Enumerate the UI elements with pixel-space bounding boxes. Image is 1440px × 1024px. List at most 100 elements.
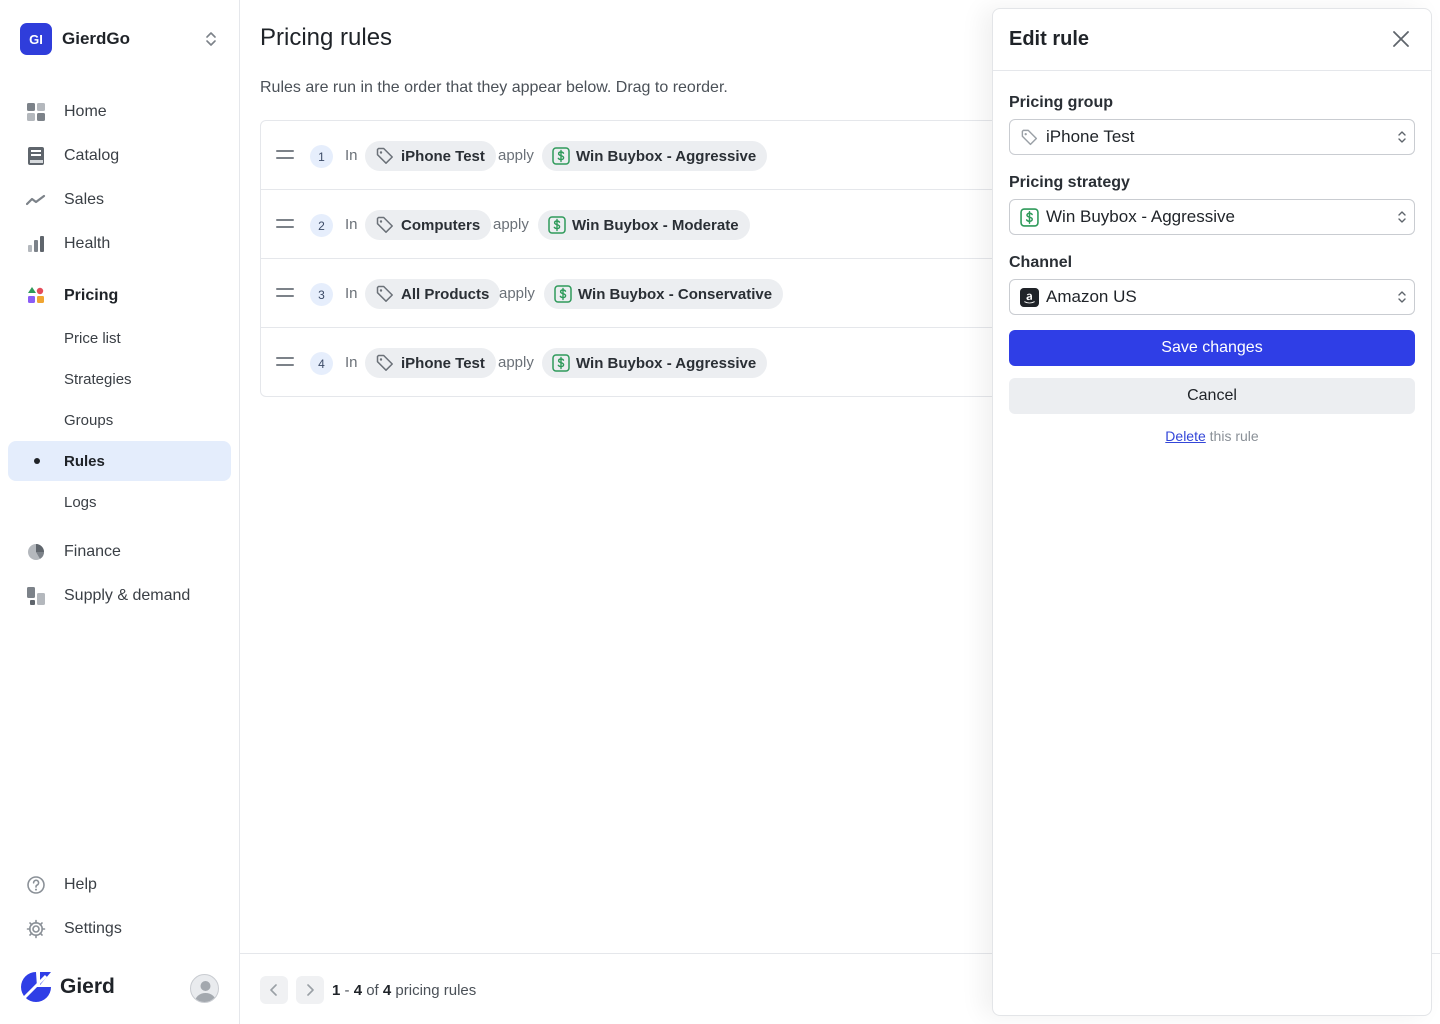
pie-chart-icon: [28, 544, 44, 560]
rule-strategy-chip[interactable]: Win Buybox - Aggressive: [542, 348, 768, 378]
pricing-group-label: Pricing group: [1009, 94, 1113, 111]
drag-handle-icon[interactable]: [276, 150, 294, 160]
nav-sales[interactable]: Sales: [8, 180, 231, 220]
panel-header: Edit rule: [993, 9, 1431, 71]
brand-name: Gierd: [60, 975, 115, 998]
rule-group-chip[interactable]: Computers: [365, 210, 492, 240]
nav-finance-label: Finance: [64, 543, 121, 560]
gear-icon: [26, 919, 46, 939]
rule-in-text: In: [345, 285, 358, 302]
tag-icon: [376, 285, 393, 302]
cancel-button[interactable]: Cancel: [1009, 378, 1415, 414]
rule-group-label: iPhone Test: [401, 147, 485, 165]
pagination-summary: 1 - 4 of 4 pricing rules: [332, 982, 476, 999]
panel-title: Edit rule: [1009, 28, 1090, 50]
avatar[interactable]: [190, 974, 219, 1003]
page-subtitle: Rules are run in the order that they app…: [260, 79, 728, 96]
nav-price-list-label: Price list: [64, 329, 121, 347]
chevron-up-down-icon: [1398, 291, 1406, 303]
rule-strategy-chip[interactable]: Win Buybox - Aggressive: [542, 141, 768, 171]
rule-group-chip[interactable]: All Products: [365, 279, 501, 309]
chevron-left-icon: [270, 984, 277, 996]
nav-strategies-label: Strategies: [64, 370, 132, 388]
rule-strategy-label: Win Buybox - Aggressive: [576, 147, 757, 165]
chevron-up-down-icon: [206, 32, 216, 46]
nav-settings[interactable]: Settings: [8, 909, 231, 949]
chevron-up-down-icon: [1398, 131, 1406, 143]
nav-pricing[interactable]: Pricing: [8, 276, 231, 316]
drag-handle-icon[interactable]: [276, 357, 294, 367]
channel-value: Amazon US: [1046, 287, 1137, 306]
nav-rules-label: Rules: [64, 452, 105, 470]
page-suffix: pricing rules: [395, 982, 477, 999]
pricing-group-select[interactable]: iPhone Test: [1009, 119, 1415, 155]
save-changes-button[interactable]: Save changes: [1009, 330, 1415, 366]
prev-page-button[interactable]: [260, 976, 288, 1004]
rule-group-chip[interactable]: iPhone Test: [365, 141, 496, 171]
nav-home[interactable]: Home: [8, 92, 231, 132]
rule-in-text: In: [345, 216, 358, 233]
nav-help-label: Help: [64, 876, 97, 893]
amazon-icon: [1020, 288, 1039, 307]
nav-health[interactable]: Health: [8, 224, 231, 264]
dollar-icon: [548, 216, 566, 234]
help-circle-icon: [27, 876, 45, 894]
close-icon[interactable]: [1391, 29, 1411, 49]
rule-strategy-chip[interactable]: Win Buybox - Moderate: [538, 210, 750, 240]
nav-supply-demand[interactable]: Supply & demand: [8, 576, 231, 616]
nav-sales-label: Sales: [64, 191, 105, 208]
gierd-logo-icon: [21, 972, 51, 1002]
rule-in-text: In: [345, 147, 358, 164]
rule-apply-text: apply: [498, 354, 534, 371]
nav-logs[interactable]: Logs: [8, 482, 231, 522]
rule-group-label: Computers: [401, 216, 481, 234]
rule-index: 4: [310, 352, 333, 375]
dollar-icon: [1020, 208, 1039, 227]
sidebar: GI GierdGo Home Catalog Sales Health Pri…: [0, 0, 240, 1024]
nav-home-label: Home: [64, 103, 107, 120]
rule-strategy-label: Win Buybox - Conservative: [578, 285, 773, 303]
rule-strategy-chip[interactable]: Win Buybox - Conservative: [544, 279, 784, 309]
channel-label: Channel: [1009, 254, 1073, 271]
pricing-group-value: iPhone Test: [1046, 127, 1135, 146]
dollar-icon: [554, 285, 572, 303]
dollar-icon: [552, 147, 570, 165]
chevron-up-down-icon: [1398, 211, 1406, 223]
nav-catalog[interactable]: Catalog: [8, 136, 231, 176]
trend-icon: [26, 194, 46, 206]
drag-handle-icon[interactable]: [276, 288, 294, 298]
nav-help[interactable]: Help: [8, 865, 231, 905]
drag-handle-icon[interactable]: [276, 219, 294, 229]
pricing-strategy-label: Pricing strategy: [1009, 174, 1130, 191]
bar-chart-icon: [28, 236, 44, 252]
tag-icon: [376, 147, 393, 164]
nav-finance[interactable]: Finance: [8, 532, 231, 572]
tag-icon: [376, 216, 393, 233]
page-sep: -: [344, 982, 350, 999]
rule-group-label: All Products: [401, 285, 490, 303]
nav-groups-label: Groups: [64, 411, 114, 429]
chevron-right-icon: [307, 984, 314, 996]
nav-rules[interactable]: Rules: [8, 441, 231, 481]
grid-icon: [27, 103, 45, 121]
workspace-switcher[interactable]: GI GierdGo: [20, 23, 220, 55]
brand: Gierd: [20, 970, 115, 1004]
next-page-button[interactable]: [296, 976, 324, 1004]
rule-apply-text: apply: [493, 216, 529, 233]
nav-strategies[interactable]: Strategies: [8, 359, 231, 399]
rule-strategy-label: Win Buybox - Moderate: [572, 216, 739, 234]
page-end: 4: [353, 982, 363, 999]
shapes-icon: [28, 287, 44, 303]
rule-group-chip[interactable]: iPhone Test: [365, 348, 496, 378]
nav-pricing-label: Pricing: [64, 287, 119, 304]
nav-price-list[interactable]: Price list: [8, 318, 231, 358]
nav-groups[interactable]: Groups: [8, 400, 231, 440]
active-indicator: [34, 458, 40, 464]
user-icon: [195, 981, 216, 1002]
rule-index: 3: [310, 283, 333, 306]
delete-rule-suffix: this rule: [1209, 428, 1259, 444]
pricing-strategy-select[interactable]: Win Buybox - Aggressive: [1009, 199, 1415, 235]
channel-select[interactable]: Amazon US: [1009, 279, 1415, 315]
delete-rule-link[interactable]: Delete: [1165, 428, 1205, 444]
nav-logs-label: Logs: [64, 493, 97, 511]
